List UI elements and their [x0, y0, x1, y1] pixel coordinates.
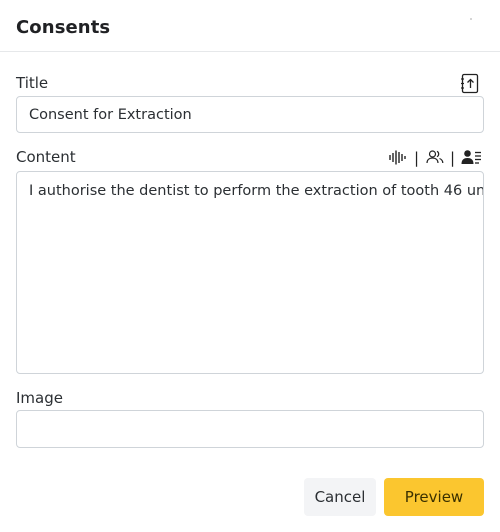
patient-card-icon[interactable]	[461, 149, 482, 165]
toolbar-separator: |	[414, 149, 420, 167]
image-label: Image	[16, 389, 63, 407]
audio-waveform-icon[interactable]	[388, 149, 408, 166]
preview-button[interactable]: Preview	[384, 478, 484, 516]
cancel-button[interactable]: Cancel	[304, 478, 376, 516]
title-label: Title	[16, 74, 49, 92]
image-input[interactable]	[16, 410, 484, 448]
content-textarea[interactable]: I authorise the dentist to perform the e…	[16, 171, 484, 374]
dialog-title: Consents	[16, 17, 111, 38]
upload-document-icon[interactable]	[460, 73, 480, 94]
content-label: Content	[16, 148, 76, 166]
users-icon[interactable]	[426, 149, 444, 165]
consents-dialog: Consents Title Content | | I author	[0, 0, 500, 532]
dialog-header: Consents	[0, 0, 500, 52]
close-icon[interactable]	[470, 18, 472, 20]
title-input[interactable]	[16, 96, 484, 133]
toolbar-separator: |	[450, 149, 456, 167]
